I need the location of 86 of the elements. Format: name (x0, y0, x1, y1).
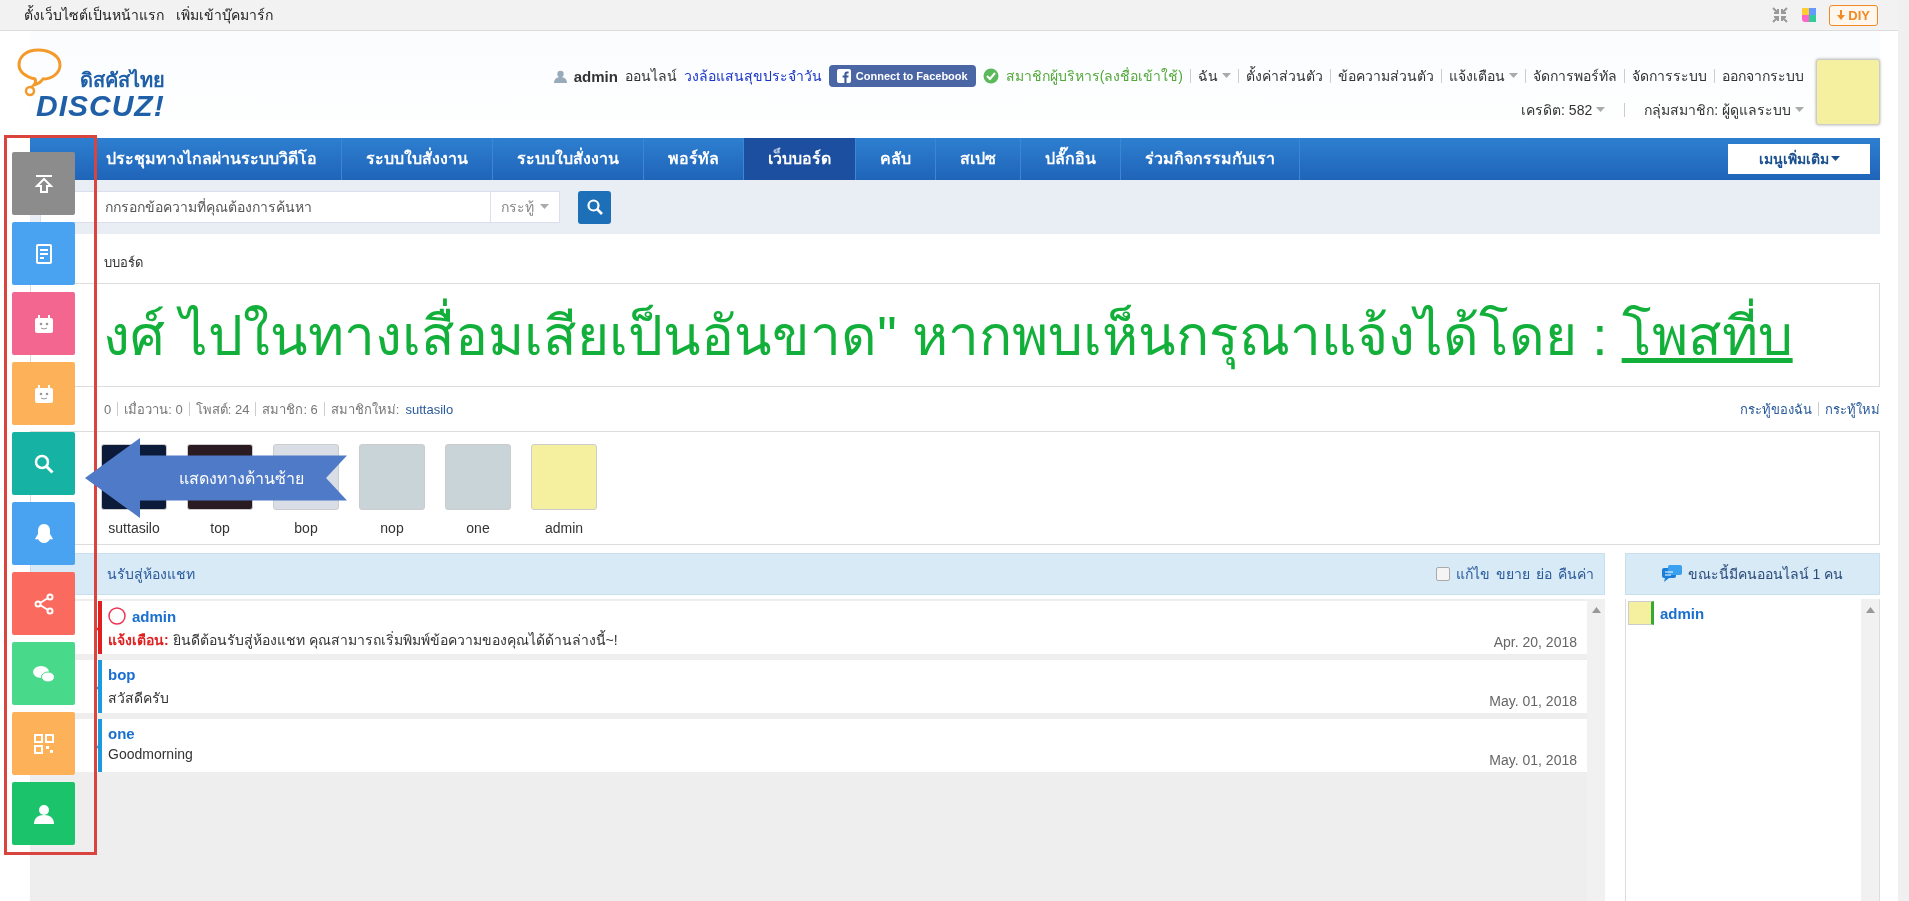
search-scope-dropdown[interactable]: กระทู้ (490, 191, 560, 223)
stat-text: สมาชิก: 6 (262, 400, 318, 419)
search-icon (586, 199, 603, 215)
chat-action-link[interactable]: ขยาย (1496, 563, 1530, 585)
message-date: Apr. 20, 2018 (1493, 634, 1577, 650)
user-menu-link[interactable]: ออกจากระบบ (1722, 65, 1804, 87)
scroll-up-icon (1591, 607, 1601, 613)
member-name-link[interactable]: nop (380, 520, 404, 536)
facebook-connect-button[interactable]: Connect to Facebook (828, 65, 976, 87)
user-menu-link[interactable]: จัดการพอร์ทัล (1533, 65, 1617, 87)
user-icon (553, 69, 567, 83)
chat-title: นรับสู่ห้องแชท (107, 565, 195, 585)
message-text: สวัสดีครับ (108, 689, 169, 708)
online-username[interactable]: admin (1660, 604, 1705, 622)
message-username[interactable]: bop (108, 666, 136, 683)
float-qr-button[interactable] (12, 712, 75, 775)
top-link[interactable]: ตั้งเว็บไซต์เป็นหน้าแรก (24, 4, 164, 26)
message-username[interactable]: one (108, 725, 135, 742)
user-menu-link[interactable]: ข้อความส่วนตัว (1338, 65, 1434, 87)
credit-link[interactable]: เครดิต: 582 (1521, 99, 1606, 121)
stat-text: สมาชิกใหม่: (330, 400, 400, 419)
member-name-link[interactable]: admin (544, 520, 584, 536)
stat-text: 0 (104, 401, 112, 417)
avatar-placeholder (445, 444, 511, 510)
stat-text: เมื่อวาน: 0 (124, 400, 183, 419)
announcement-text: งศ์ ไปในทางเสื่อมเสียเป็นอันขาด" หากพบเห็นกรุณาแจ้งได้โดย : (103, 291, 1608, 379)
shrink-icon (1771, 6, 1790, 24)
member-name-link[interactable]: top (210, 520, 230, 536)
alert-label: แจ้งเตือน: (108, 631, 169, 650)
scroll-up-icon (1865, 607, 1875, 613)
chat-action-link[interactable]: คืนค่า (1558, 563, 1594, 585)
float-calendar-button[interactable] (12, 362, 75, 425)
top-link[interactable]: เพิ่มเข้าบุ๊คมาร์ก (176, 4, 273, 26)
member-name-link[interactable]: one (466, 520, 490, 536)
message-text: Goodmorning (108, 746, 193, 762)
color-palette-icon (1801, 7, 1818, 23)
caret-icon (1830, 156, 1840, 162)
message-username[interactable]: admin (132, 607, 177, 625)
username-link[interactable]: admin (573, 67, 618, 85)
chat-action-link[interactable]: ย่อ (1536, 563, 1552, 585)
message-text: ยินดีต้อนรับสู่ห้องแชท คุณสามารถเริ่มพิมพ์ข้อความของคุณได้ด้านล่างนี้~! (172, 629, 618, 651)
member-group-link[interactable]: กลุ่มสมาชิก: ผู้ดูแลระบบ (1644, 99, 1804, 121)
new-member-link[interactable]: suttasilo (405, 401, 454, 417)
float-share-button[interactable] (12, 572, 75, 635)
user-menu-link[interactable]: แจ้งเตือน (1449, 65, 1518, 87)
search-button[interactable] (578, 190, 611, 224)
edit-checkbox[interactable] (1436, 567, 1450, 581)
caret-icon (1596, 107, 1606, 113)
user-menu-link[interactable]: ฉัน (1198, 65, 1231, 87)
user-menu-link[interactable]: จัดการระบบ (1632, 65, 1707, 87)
float-search-button[interactable] (12, 432, 75, 495)
breadcrumb-link[interactable]: บบอร์ด (104, 252, 143, 273)
caret-icon (540, 204, 549, 210)
thread-link[interactable]: กระทู้ใหม่ (1825, 398, 1880, 420)
thread-link[interactable]: กระทู้ของฉัน (1740, 398, 1812, 420)
avatar-placeholder (1628, 601, 1654, 625)
logo-subtitle: ดิสคัสไทย (78, 69, 165, 91)
download-arrow-icon (1837, 10, 1846, 20)
facebook-icon (836, 69, 851, 83)
avatar-placeholder (531, 444, 597, 510)
float-person-button[interactable] (12, 782, 75, 845)
nav-tab[interactable]: เว็บบอร์ด (744, 138, 856, 180)
logo-text: DISCUZ! (36, 91, 165, 121)
stat-text: โพสต์: 24 (195, 400, 250, 419)
avatar-placeholder (1816, 59, 1880, 125)
user-menu-link[interactable]: ตั้งค่าส่วนตัว (1246, 65, 1323, 87)
circle-icon (108, 607, 126, 625)
float-post-button[interactable] (12, 222, 75, 285)
float-penguin-button[interactable] (12, 502, 75, 565)
daily-wheel-link[interactable]: วงล้อแสนสุขประจำวัน (683, 65, 822, 87)
member-name-link[interactable]: suttasilo (108, 520, 160, 536)
message-date: May. 01, 2018 (1489, 693, 1577, 709)
caret-icon (1795, 107, 1804, 113)
online-title: ขณะนี้มีคนออนไลน์ 1 คน (1687, 563, 1844, 584)
message-date: May. 01, 2018 (1489, 752, 1577, 768)
float-chat-button[interactable] (12, 642, 75, 705)
float-calendar-button[interactable] (12, 292, 75, 355)
checkmark-circle-icon (982, 68, 999, 84)
more-menu-button[interactable]: เมนูเพิ่มเติม (1728, 144, 1870, 174)
float-top-button[interactable] (12, 152, 75, 215)
chat-bubbles-icon (1661, 565, 1682, 583)
online-status: ออนไลน์ (624, 67, 677, 86)
avatar-placeholder (359, 444, 425, 510)
member-name-link[interactable]: bop (294, 520, 318, 536)
edit-label: แก้ไข (1456, 565, 1490, 584)
search-field[interactable]: กกรอกข้อความที่คุณต้องการค้นหา (40, 191, 490, 223)
